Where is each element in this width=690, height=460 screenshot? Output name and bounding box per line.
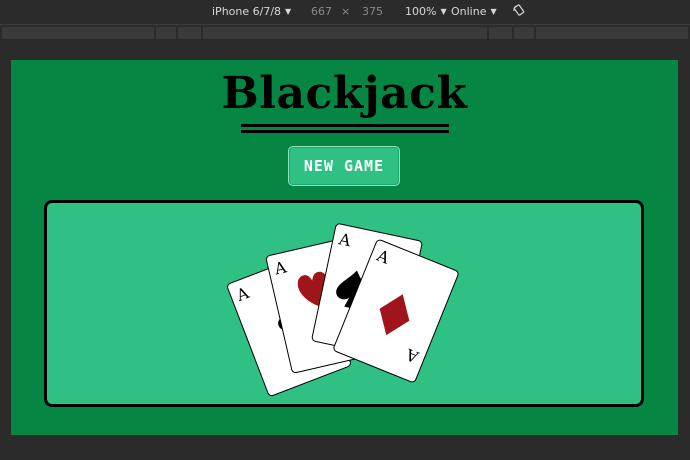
device-select[interactable]: iPhone 6/7/8 ▼ (212, 5, 291, 18)
media-query-segment[interactable] (203, 27, 487, 39)
network-select[interactable]: Online ▼ (451, 5, 497, 18)
media-query-segment[interactable] (489, 27, 512, 39)
cards-layer: A A A A A (227, 223, 459, 397)
network-value: Online (451, 5, 487, 18)
chevron-down-icon: ▼ (490, 7, 497, 16)
zoom-select[interactable]: 100% ▼ (405, 5, 447, 18)
media-query-segment[interactable] (2, 27, 154, 39)
height-input[interactable]: 375 (362, 5, 383, 18)
width-input[interactable]: 667 (311, 5, 332, 18)
zoom-value: 100% (405, 5, 437, 18)
page-viewport: Blackjack NEW GAME A A A A A (11, 60, 678, 435)
media-query-bar (0, 25, 690, 40)
device-toolbar: iPhone 6/7/8 ▼ 667 × 375 100% ▼ Online ▼ (0, 0, 690, 25)
chevron-down-icon: ▼ (285, 7, 292, 16)
dimension-times: × (341, 5, 351, 18)
device-name: iPhone 6/7/8 (212, 5, 282, 18)
media-query-segment[interactable] (178, 27, 201, 39)
rotate-icon[interactable] (513, 4, 525, 16)
media-query-segment[interactable] (536, 27, 688, 39)
media-query-segment[interactable] (514, 27, 534, 39)
chevron-down-icon: ▼ (440, 7, 447, 16)
media-query-segment[interactable] (156, 27, 176, 39)
